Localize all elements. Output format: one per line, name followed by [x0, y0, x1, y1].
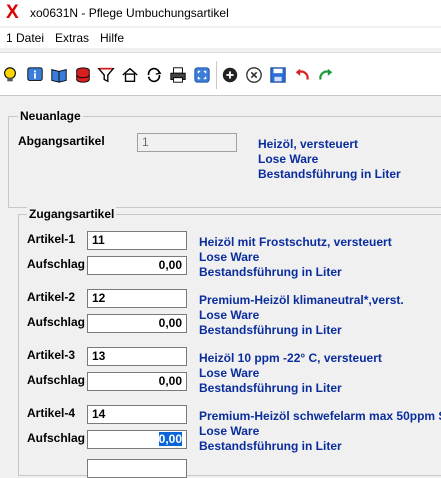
aufschlag-4-label: Aufschlag [27, 431, 86, 445]
save-icon[interactable] [268, 65, 288, 85]
database-icon[interactable] [73, 65, 93, 85]
info-icon[interactable] [25, 65, 45, 85]
abgangsartikel-label: Abgangsartikel [18, 134, 105, 148]
desc-line: Bestandsführung in Liter [199, 439, 342, 453]
window-title: xo0631N - Pflege Umbuchungsartikel [30, 6, 229, 20]
desc-line: Lose Ware [199, 308, 260, 322]
artikel-3-description: Heizöl 10 ppm -22° C, versteuert Lose Wa… [199, 351, 382, 396]
fullscreen-icon[interactable] [192, 65, 212, 85]
lightbulb-icon[interactable] [0, 65, 20, 85]
redo-icon[interactable] [316, 65, 336, 85]
desc-line: Bestandsführung in Liter [258, 167, 401, 181]
app-logo-icon: X [6, 2, 19, 23]
aufschlag-1-label: Aufschlag [27, 257, 86, 271]
add-icon[interactable] [220, 65, 240, 85]
abgangsartikel-field[interactable]: 1 [137, 133, 237, 152]
aufschlag-1-field[interactable]: 0,00 [87, 256, 187, 275]
desc-line: Heizöl mit Frostschutz, versteuert [199, 235, 392, 249]
desc-line: Lose Ware [199, 366, 260, 380]
artikel-2-description: Premium-Heizöl klimaneutral*,verst. Lose… [199, 293, 404, 338]
aufschlag-3-label: Aufschlag [27, 373, 86, 387]
aufschlag-2-label: Aufschlag [27, 315, 86, 329]
book-icon[interactable] [49, 65, 69, 85]
abgangsartikel-description: Heizöl, versteuert Lose Ware Bestandsfüh… [258, 137, 401, 182]
desc-line: Premium-Heizöl schwefelarm max 50ppm S [199, 409, 441, 423]
desc-line: Bestandsführung in Liter [199, 323, 342, 337]
toolbar [0, 52, 441, 95]
artikel-2-field[interactable]: 12 [87, 289, 187, 308]
artikel-3-label: Artikel-3 [27, 348, 76, 362]
artikel-3-field[interactable]: 13 [87, 347, 187, 366]
filter-icon[interactable] [96, 65, 116, 85]
desc-line: Heizöl, versteuert [258, 137, 359, 151]
title-bar: X xo0631N - Pflege Umbuchungsartikel [0, 0, 441, 26]
artikel-1-description: Heizöl mit Frostschutz, versteuert Lose … [199, 235, 392, 280]
aufschlag-3-field[interactable]: 0,00 [87, 372, 187, 391]
artikel-4-description: Premium-Heizöl schwefelarm max 50ppm S L… [199, 409, 441, 454]
refresh-icon[interactable] [144, 65, 164, 85]
artikel-5-field-partial[interactable] [87, 459, 187, 478]
desc-line: Premium-Heizöl klimaneutral*,verst. [199, 293, 404, 307]
artikel-1-field[interactable]: 11 [87, 231, 187, 250]
menu-datei[interactable]: 1 Datei [6, 31, 44, 45]
menu-hilfe[interactable]: Hilfe [100, 31, 124, 45]
aufschlag-4-field[interactable]: 0,00 [87, 430, 187, 449]
menu-extras[interactable]: Extras [55, 31, 89, 45]
artikel-2-label: Artikel-2 [27, 290, 76, 304]
desc-line: Lose Ware [199, 250, 260, 264]
desc-line: Heizöl 10 ppm -22° C, versteuert [199, 351, 382, 365]
aufschlag-2-field[interactable]: 0,00 [87, 314, 187, 333]
neuanlage-legend: Neuanlage [18, 109, 83, 123]
home-icon[interactable] [120, 65, 140, 85]
delete-icon[interactable] [244, 65, 264, 85]
desc-line: Lose Ware [258, 152, 319, 166]
form-content: Neuanlage Abgangsartikel 1 Heizöl, verst… [0, 95, 441, 478]
print-icon[interactable] [168, 65, 188, 85]
artikel-4-field[interactable]: 14 [87, 405, 187, 424]
artikel-4-label: Artikel-4 [27, 406, 76, 420]
undo-icon[interactable] [292, 65, 312, 85]
desc-line: Lose Ware [199, 424, 260, 438]
zugangsartikel-legend: Zugangsartikel [27, 207, 117, 221]
toolbar-separator [216, 61, 217, 89]
artikel-1-label: Artikel-1 [27, 232, 76, 246]
selected-text: 0,00 [158, 432, 182, 446]
desc-line: Bestandsführung in Liter [199, 265, 342, 279]
menu-bar: 1 Datei Extras Hilfe [0, 28, 441, 48]
desc-line: Bestandsführung in Liter [199, 381, 342, 395]
